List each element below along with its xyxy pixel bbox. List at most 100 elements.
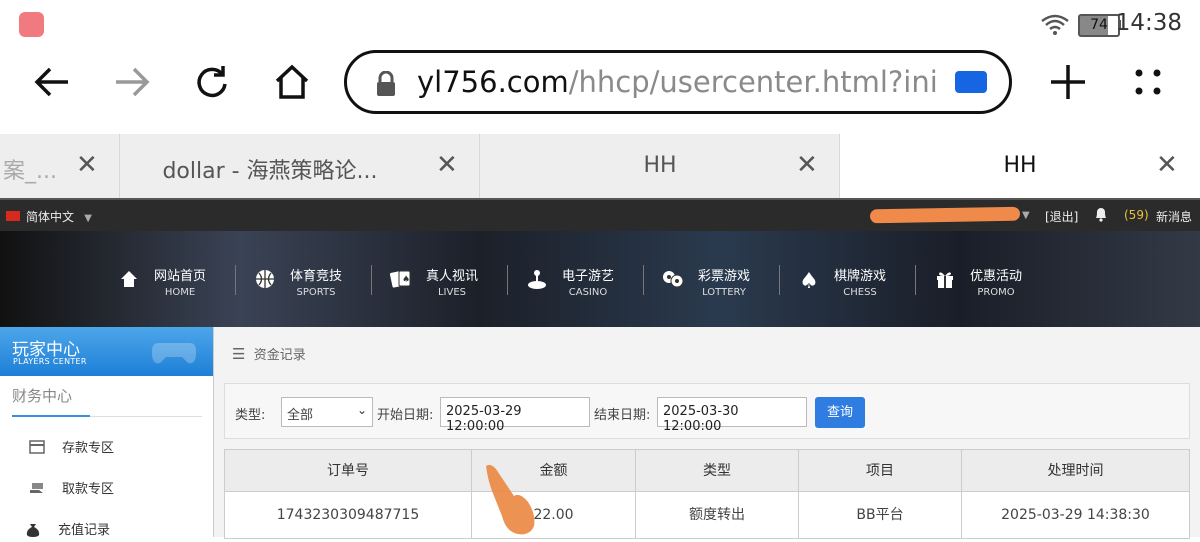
nav-label: 优惠活动 [970, 268, 1023, 284]
address-bar[interactable]: yl756.com/hhcp/usercenter.html?ini [344, 50, 1012, 114]
nav-label: 网站首页 [154, 268, 207, 284]
bell-icon[interactable] [1094, 206, 1108, 222]
breadcrumb: ☰ 资金记录 [232, 344, 306, 363]
url-text[interactable]: yl756.com/hhcp/usercenter.html?ini [417, 65, 938, 99]
column-header: 处理时间 [962, 450, 1189, 492]
reload-icon [197, 66, 227, 98]
browser-toolbar: yl756.com/hhcp/usercenter.html?ini [0, 48, 1200, 134]
tab-label: dollar - 海燕策略论... [162, 159, 378, 184]
nav-lives[interactable]: ♠ 真人视讯 LIVES [386, 263, 478, 299]
cast-icon[interactable] [955, 71, 987, 93]
nav-lottery[interactable]: 彩票游戏 LOTTERY [658, 263, 750, 299]
nav-home[interactable]: 网站首页 HOME [114, 263, 206, 299]
query-button[interactable]: 查询 [815, 397, 865, 428]
arrow-right-icon [116, 67, 150, 97]
start-date-input[interactable]: 2025-03-29 12:00:00 [440, 397, 590, 434]
start-date-label: 开始日期: [377, 408, 434, 423]
logout-link[interactable]: [退出] [1045, 208, 1078, 225]
shopping-app-icon [19, 12, 44, 37]
divider [371, 265, 372, 295]
home-icon [114, 269, 144, 294]
nav-promo[interactable]: 优惠活动 PROMO [930, 263, 1022, 299]
basketball-icon [250, 269, 280, 294]
message-count[interactable]: (59) [1124, 208, 1149, 222]
tab-1[interactable]: 案_... ✕ [0, 134, 120, 198]
divider [915, 265, 916, 295]
nav-sublabel: LOTTERY [702, 286, 746, 298]
nav-label: 体育竞技 [290, 268, 343, 284]
tab-label: HH [1003, 153, 1037, 178]
close-icon[interactable]: ✕ [1156, 152, 1178, 178]
table-cell-project: BB平台 [799, 492, 962, 538]
nav-sports[interactable]: 体育竞技 SPORTS [250, 263, 342, 299]
site-top-bar: 简体中文 ▼ ▼ [退出] (59) 新消息 [0, 198, 1200, 231]
clock: 14:38 [1115, 10, 1182, 36]
type-select-value: 全部 [287, 408, 314, 423]
tab-2[interactable]: dollar - 海燕策略论... ✕ [120, 134, 480, 198]
column-header: 项目 [799, 450, 962, 492]
tab-label: 案_... [3, 159, 57, 184]
tab-4-active[interactable]: HH ✕ [840, 134, 1200, 198]
end-date-input[interactable]: 2025-03-30 12:00:00 [657, 397, 807, 434]
nav-chess[interactable]: ♠ 棋牌游戏 CHESS [794, 263, 886, 299]
deposit-icon [28, 439, 46, 454]
main-nav: 网站首页 HOME 体育竞技 SPORTS ♠ 真人视讯 LIVES 电子游艺 CASI… [0, 231, 1200, 327]
home-button[interactable] [270, 60, 314, 104]
reload-button[interactable] [190, 60, 234, 104]
divider [90, 416, 202, 417]
gift-icon [930, 269, 960, 294]
new-tab-button[interactable] [1046, 60, 1090, 104]
sidebar-item-withdraw[interactable]: 取款专区 [28, 478, 114, 497]
wifi-icon [1041, 14, 1069, 35]
sidebar-subtitle: PLAYERS CENTER [13, 357, 87, 366]
username-redacted [869, 206, 1021, 224]
chevron-down-icon: ▼ [77, 213, 92, 224]
spade-icon: ♠ [799, 268, 819, 294]
tab-strip: 案_... ✕ dollar - 海燕策略论... ✕ HH ✕ HH ✕ [0, 134, 1200, 198]
sidebar-item-deposit[interactable]: 存款专区 [28, 437, 114, 456]
divider [643, 265, 644, 295]
table-cell-type: 额度转出 [636, 492, 799, 538]
close-icon[interactable]: ✕ [436, 152, 458, 178]
divider [779, 265, 780, 295]
nav-sublabel: LIVES [437, 286, 467, 298]
chevron-down-icon: ⌄ [356, 403, 367, 417]
tab-3[interactable]: HH ✕ [480, 134, 840, 198]
sidebar-item-label: 充值记录 [58, 523, 111, 538]
close-icon[interactable]: ✕ [796, 152, 818, 178]
list-icon: ☰ [232, 345, 246, 363]
more-dots-icon [1135, 69, 1161, 95]
home-icon [275, 64, 309, 99]
column-header: 订单号 [225, 450, 472, 492]
main-content: ☰ 资金记录 类型: 全部 ⌄ 开始日期: 2025-03-29 12:00:0… [214, 327, 1200, 539]
language-selector[interactable]: 简体中文 ▼ [26, 208, 92, 225]
nav-casino[interactable]: 电子游艺 CASINO [522, 263, 614, 299]
nav-sublabel: PROMO [977, 286, 1015, 298]
svg-text:♠: ♠ [402, 275, 410, 285]
column-header: 类型 [636, 450, 799, 492]
menu-button[interactable] [1126, 60, 1170, 104]
sidebar-section-title[interactable]: 财务中心 [12, 385, 72, 406]
lock-icon [377, 71, 395, 96]
new-messages-link[interactable]: 新消息 [1156, 208, 1192, 225]
type-select[interactable]: 全部 ⌄ [281, 397, 373, 427]
forward-button[interactable] [110, 60, 154, 104]
divider [235, 265, 236, 295]
end-date-label: 结束日期: [594, 408, 651, 423]
close-icon[interactable]: ✕ [76, 152, 98, 178]
back-button[interactable] [30, 60, 74, 104]
chevron-down-icon[interactable]: ▼ [1022, 210, 1030, 221]
filter-bar: 类型: 全部 ⌄ 开始日期: 2025-03-29 12:00:00 结束日期:… [224, 383, 1190, 439]
withdraw-icon [28, 481, 46, 495]
sidebar-item-recharge-records[interactable]: 充值记录 [24, 519, 110, 538]
status-bar: 74 14:38 [0, 0, 1200, 48]
table-cell-time: 2025-03-29 14:38:30 [1001, 507, 1150, 523]
joystick-icon [522, 268, 552, 295]
nav-label: 彩票游戏 [698, 268, 751, 284]
sidebar: 玩家中心 PLAYERS CENTER 财务中心 存款专区 取款专区 充值记录 [0, 327, 214, 538]
money-bag-icon [24, 522, 42, 537]
cards-icon: ♠ [386, 269, 416, 294]
section-underline [12, 415, 90, 417]
breadcrumb-label: 资金记录 [253, 348, 306, 363]
nav-sublabel: CASINO [568, 286, 608, 298]
